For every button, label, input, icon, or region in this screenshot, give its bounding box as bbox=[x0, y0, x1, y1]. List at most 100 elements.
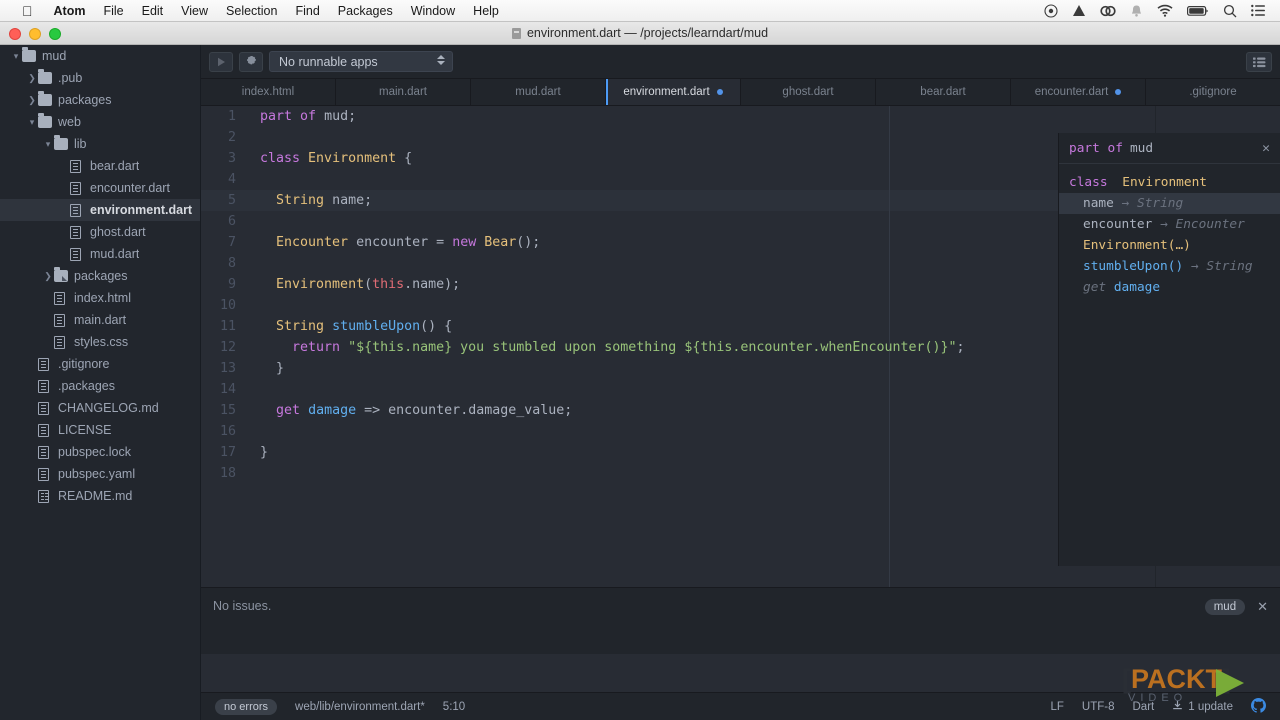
runnable-apps-select[interactable]: No runnable apps bbox=[269, 51, 453, 72]
line-number: 1 bbox=[227, 109, 236, 124]
apple-icon[interactable]:  bbox=[22, 4, 33, 18]
menu-item-file[interactable]: File bbox=[94, 0, 132, 22]
menu-item-atom[interactable]: Atom bbox=[45, 0, 95, 22]
close-icon[interactable]: ✕ bbox=[1262, 141, 1270, 156]
file-path-status[interactable]: web/lib/environment.dart* bbox=[295, 701, 425, 713]
tab-bear-dart[interactable]: bear.dart bbox=[876, 79, 1011, 105]
tree-item-pubspec-lock[interactable]: pubspec.lock bbox=[0, 441, 200, 463]
record-dot-icon[interactable] bbox=[1044, 3, 1058, 18]
outline-member-damage[interactable]: get damage bbox=[1059, 277, 1280, 298]
tree-view[interactable]: ▾ mud ❯ .pub ❯ packages ▾ web ▾ lib bear.dart encou… bbox=[0, 45, 201, 720]
tree-item-mud[interactable]: ▾ mud bbox=[0, 45, 200, 67]
tree-item-packages[interactable]: ❯ packages bbox=[0, 89, 200, 111]
chevron-right-icon[interactable]: ❯ bbox=[26, 95, 38, 106]
tree-item-ghost-dart[interactable]: ghost.dart bbox=[0, 221, 200, 243]
tab-gitignore[interactable]: .gitignore bbox=[1146, 79, 1280, 105]
dart-outline-panel[interactable]: part of mud ✕ class Environment name → S… bbox=[1058, 133, 1280, 566]
outline-member-encounter[interactable]: encounter → Encounter bbox=[1059, 214, 1280, 235]
atom-window:  Atom File Edit View Selection Find Pac… bbox=[0, 0, 1280, 720]
outline-member-name[interactable]: name → String bbox=[1059, 193, 1280, 214]
tree-item-pub[interactable]: ❯ .pub bbox=[0, 67, 200, 89]
minimize-button[interactable] bbox=[29, 27, 41, 40]
cursor-position[interactable]: 5:10 bbox=[443, 701, 465, 713]
issues-text: No issues. bbox=[213, 599, 272, 613]
tree-item-environment-dart[interactable]: environment.dart bbox=[0, 199, 200, 221]
tree-item-packages[interactable]: ❯ packages bbox=[0, 265, 200, 287]
line-number: 6 bbox=[227, 214, 236, 229]
tree-item-changelog-md[interactable]: CHANGELOG.md bbox=[0, 397, 200, 419]
chevron-down-icon[interactable]: ▾ bbox=[10, 51, 22, 62]
tree-item-license[interactable]: LICENSE bbox=[0, 419, 200, 441]
list-outline-icon[interactable] bbox=[1246, 51, 1272, 72]
tree-item-label: index.html bbox=[74, 291, 131, 305]
bell-icon[interactable] bbox=[1130, 4, 1143, 18]
menu-item-view[interactable]: View bbox=[172, 0, 217, 22]
tab-environment-dart[interactable]: environment.dart bbox=[606, 79, 741, 105]
tree-item-gitignore[interactable]: .gitignore bbox=[0, 353, 200, 375]
wifi-icon[interactable] bbox=[1157, 4, 1173, 17]
creative-cloud-icon[interactable] bbox=[1100, 4, 1116, 18]
menu-item-packages[interactable]: Packages bbox=[329, 0, 402, 22]
tab-ghost-dart[interactable]: ghost.dart bbox=[741, 79, 876, 105]
tab-encounter-dart[interactable]: encounter.dart bbox=[1011, 79, 1146, 105]
file-icon bbox=[38, 358, 52, 371]
menu-item-window[interactable]: Window bbox=[402, 0, 464, 22]
tab-main-dart[interactable]: main.dart bbox=[336, 79, 471, 105]
tree-item-encounter-dart[interactable]: encounter.dart bbox=[0, 177, 200, 199]
file-icon bbox=[70, 226, 84, 239]
chevron-right-icon[interactable]: ❯ bbox=[42, 271, 54, 282]
tree-item-main-dart[interactable]: main.dart bbox=[0, 309, 200, 331]
octocat-icon[interactable] bbox=[1251, 697, 1266, 716]
tree-item-index-html[interactable]: index.html bbox=[0, 287, 200, 309]
project-badge[interactable]: mud bbox=[1204, 599, 1246, 615]
tree-item-bear-dart[interactable]: bear.dart bbox=[0, 155, 200, 177]
tree-item-readme-md[interactable]: README.md bbox=[0, 485, 200, 507]
zoom-button[interactable] bbox=[49, 27, 61, 40]
tab-bar[interactable]: index.html main.dart mud.dart environment.d… bbox=[201, 79, 1280, 106]
close-button[interactable] bbox=[9, 27, 21, 40]
notification-center-icon[interactable] bbox=[1251, 4, 1266, 17]
outline-member-name: name bbox=[1083, 196, 1114, 211]
outline-member-stumbleupon[interactable]: stumbleUpon() → String bbox=[1059, 256, 1280, 277]
file-icon bbox=[38, 446, 52, 459]
arrow-icon: → bbox=[1190, 259, 1199, 274]
tab-label: .gitignore bbox=[1189, 86, 1237, 98]
line-number: 10 bbox=[219, 298, 236, 313]
tree-item-mud-dart[interactable]: mud.dart bbox=[0, 243, 200, 265]
play-icon[interactable] bbox=[209, 51, 233, 72]
line-number: 13 bbox=[219, 361, 236, 376]
close-icon[interactable]: ✕ bbox=[1257, 599, 1268, 615]
tab-mud-dart[interactable]: mud.dart bbox=[471, 79, 606, 105]
outline-member-environment[interactable]: Environment(…) bbox=[1059, 235, 1280, 256]
chevron-right-icon[interactable]: ❯ bbox=[26, 73, 38, 84]
menu-item-selection[interactable]: Selection bbox=[217, 0, 286, 22]
gear-icon[interactable] bbox=[239, 51, 263, 72]
file-icon bbox=[38, 402, 52, 415]
line-ending-selector[interactable]: LF bbox=[1050, 701, 1063, 713]
tree-item-styles-css[interactable]: styles.css bbox=[0, 331, 200, 353]
battery-charging-icon[interactable] bbox=[1187, 5, 1209, 17]
google-drive-icon[interactable] bbox=[1072, 4, 1086, 18]
folder-icon bbox=[38, 91, 52, 106]
updates-status[interactable]: 1 update bbox=[1172, 700, 1233, 714]
outline-class-row[interactable]: class Environment bbox=[1059, 172, 1280, 193]
tree-item-lib[interactable]: ▾ lib bbox=[0, 133, 200, 155]
grammar-selector[interactable]: Dart bbox=[1133, 701, 1155, 713]
chevron-down-icon[interactable]: ▾ bbox=[26, 117, 38, 128]
errors-badge[interactable]: no errors bbox=[215, 698, 278, 715]
encoding-selector[interactable]: UTF-8 bbox=[1082, 701, 1115, 713]
tab-index-html[interactable]: index.html bbox=[201, 79, 336, 105]
chevron-down-icon[interactable]: ▾ bbox=[42, 139, 54, 150]
menu-item-help[interactable]: Help bbox=[464, 0, 508, 22]
tree-item-label: CHANGELOG.md bbox=[58, 401, 159, 415]
menu-item-find[interactable]: Find bbox=[286, 0, 328, 22]
modified-indicator-icon bbox=[1115, 89, 1122, 95]
menu-item-edit[interactable]: Edit bbox=[133, 0, 173, 22]
tree-item-packages[interactable]: .packages bbox=[0, 375, 200, 397]
outline-member-name: Environment(…) bbox=[1083, 238, 1191, 253]
spotlight-search-icon[interactable] bbox=[1223, 4, 1237, 18]
line-number: 3 bbox=[227, 151, 236, 166]
line-number: 16 bbox=[219, 424, 236, 439]
tree-item-web[interactable]: ▾ web bbox=[0, 111, 200, 133]
tree-item-pubspec-yaml[interactable]: pubspec.yaml bbox=[0, 463, 200, 485]
